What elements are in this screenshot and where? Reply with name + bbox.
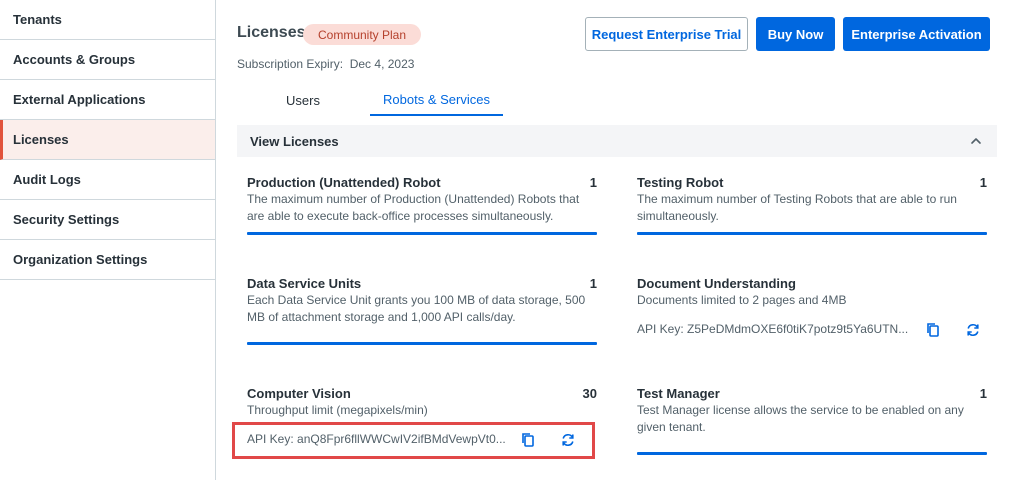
sidebar-item-label: Audit Logs (13, 172, 81, 187)
usage-bar (637, 452, 987, 455)
card-description: Test Manager license allows the service … (637, 403, 964, 434)
sidebar: Tenants Accounts & Groups External Appli… (0, 0, 216, 480)
sidebar-item-licenses[interactable]: Licenses (0, 120, 215, 160)
card-description: The maximum number of Production (Unatte… (247, 192, 580, 223)
card-description: Throughput limit (megapixels/min) (247, 403, 428, 417)
card-title: Test Manager (637, 386, 720, 401)
sidebar-item-security-settings[interactable]: Security Settings (0, 200, 215, 240)
license-card-document-understanding: Document Understanding Documents limited… (637, 276, 987, 346)
sidebar-item-label: Accounts & Groups (13, 52, 136, 67)
card-count: 1 (979, 175, 987, 190)
sidebar-item-label: External Applications (13, 92, 146, 107)
sidebar-item-organization-settings[interactable]: Organization Settings (0, 240, 215, 280)
card-count: 1 (589, 175, 597, 190)
card-count: 1 (979, 386, 987, 401)
chevron-up-icon[interactable] (969, 134, 983, 148)
tab-users[interactable]: Users (253, 84, 353, 116)
buy-now-button[interactable]: Buy Now (756, 17, 835, 51)
sidebar-item-label: Licenses (13, 132, 69, 147)
card-description: Documents limited to 2 pages and 4MB (637, 293, 847, 307)
card-title: Production (Unattended) Robot (247, 175, 441, 190)
panel-title: View Licenses (250, 133, 339, 149)
usage-bar (247, 232, 597, 235)
card-title: Testing Robot (637, 175, 724, 190)
card-count: 30 (582, 386, 597, 401)
sidebar-item-tenants[interactable]: Tenants (0, 0, 215, 40)
card-count: 1 (589, 276, 597, 291)
license-card-test-manager: Test Manager 1 Test Manager license allo… (637, 386, 987, 456)
expiry-date: Dec 4, 2023 (349, 57, 415, 71)
sidebar-item-label: Security Settings (13, 212, 120, 227)
card-description: Each Data Service Unit grants you 100 MB… (247, 293, 586, 324)
copy-icon[interactable] (924, 321, 942, 339)
card-title: Document Understanding (637, 276, 796, 291)
page-title: Licenses (237, 24, 306, 41)
main-content: Licenses Community Plan Subscription Exp… (217, 0, 1016, 480)
tab-robots-services[interactable]: Robots & Services (370, 84, 503, 116)
license-card-data-service-units: Data Service Units 1 Each Data Service U… (247, 276, 597, 346)
sidebar-item-label: Tenants (13, 12, 62, 27)
subscription-expiry: Subscription Expiry: Dec 4, 2023 (237, 57, 414, 71)
sidebar-item-audit-logs[interactable]: Audit Logs (0, 160, 215, 200)
license-card-production-robot: Production (Unattended) Robot 1 The maxi… (247, 175, 597, 245)
view-licenses-header[interactable]: View Licenses (237, 125, 997, 157)
api-key-text: API Key: Z5PeDMdmOXE6f0tiK7potz9t5Ya6UTN… (637, 322, 909, 336)
request-enterprise-trial-button[interactable]: Request Enterprise Trial (585, 17, 748, 51)
sidebar-item-accounts-groups[interactable]: Accounts & Groups (0, 40, 215, 80)
card-description: The maximum number of Testing Robots tha… (637, 192, 957, 223)
enterprise-activation-button[interactable]: Enterprise Activation (843, 17, 990, 51)
usage-bar (247, 342, 597, 345)
expiry-label: Subscription Expiry: (237, 57, 344, 71)
usage-bar (637, 232, 987, 235)
card-title: Computer Vision (247, 386, 351, 401)
license-card-testing-robot: Testing Robot 1 The maximum number of Te… (637, 175, 987, 245)
sidebar-item-external-applications[interactable]: External Applications (0, 80, 215, 120)
plan-badge: Community Plan (303, 24, 422, 45)
highlight-box (232, 422, 595, 459)
sidebar-item-label: Organization Settings (13, 252, 148, 267)
card-title: Data Service Units (247, 276, 362, 291)
refresh-icon[interactable] (964, 321, 982, 339)
